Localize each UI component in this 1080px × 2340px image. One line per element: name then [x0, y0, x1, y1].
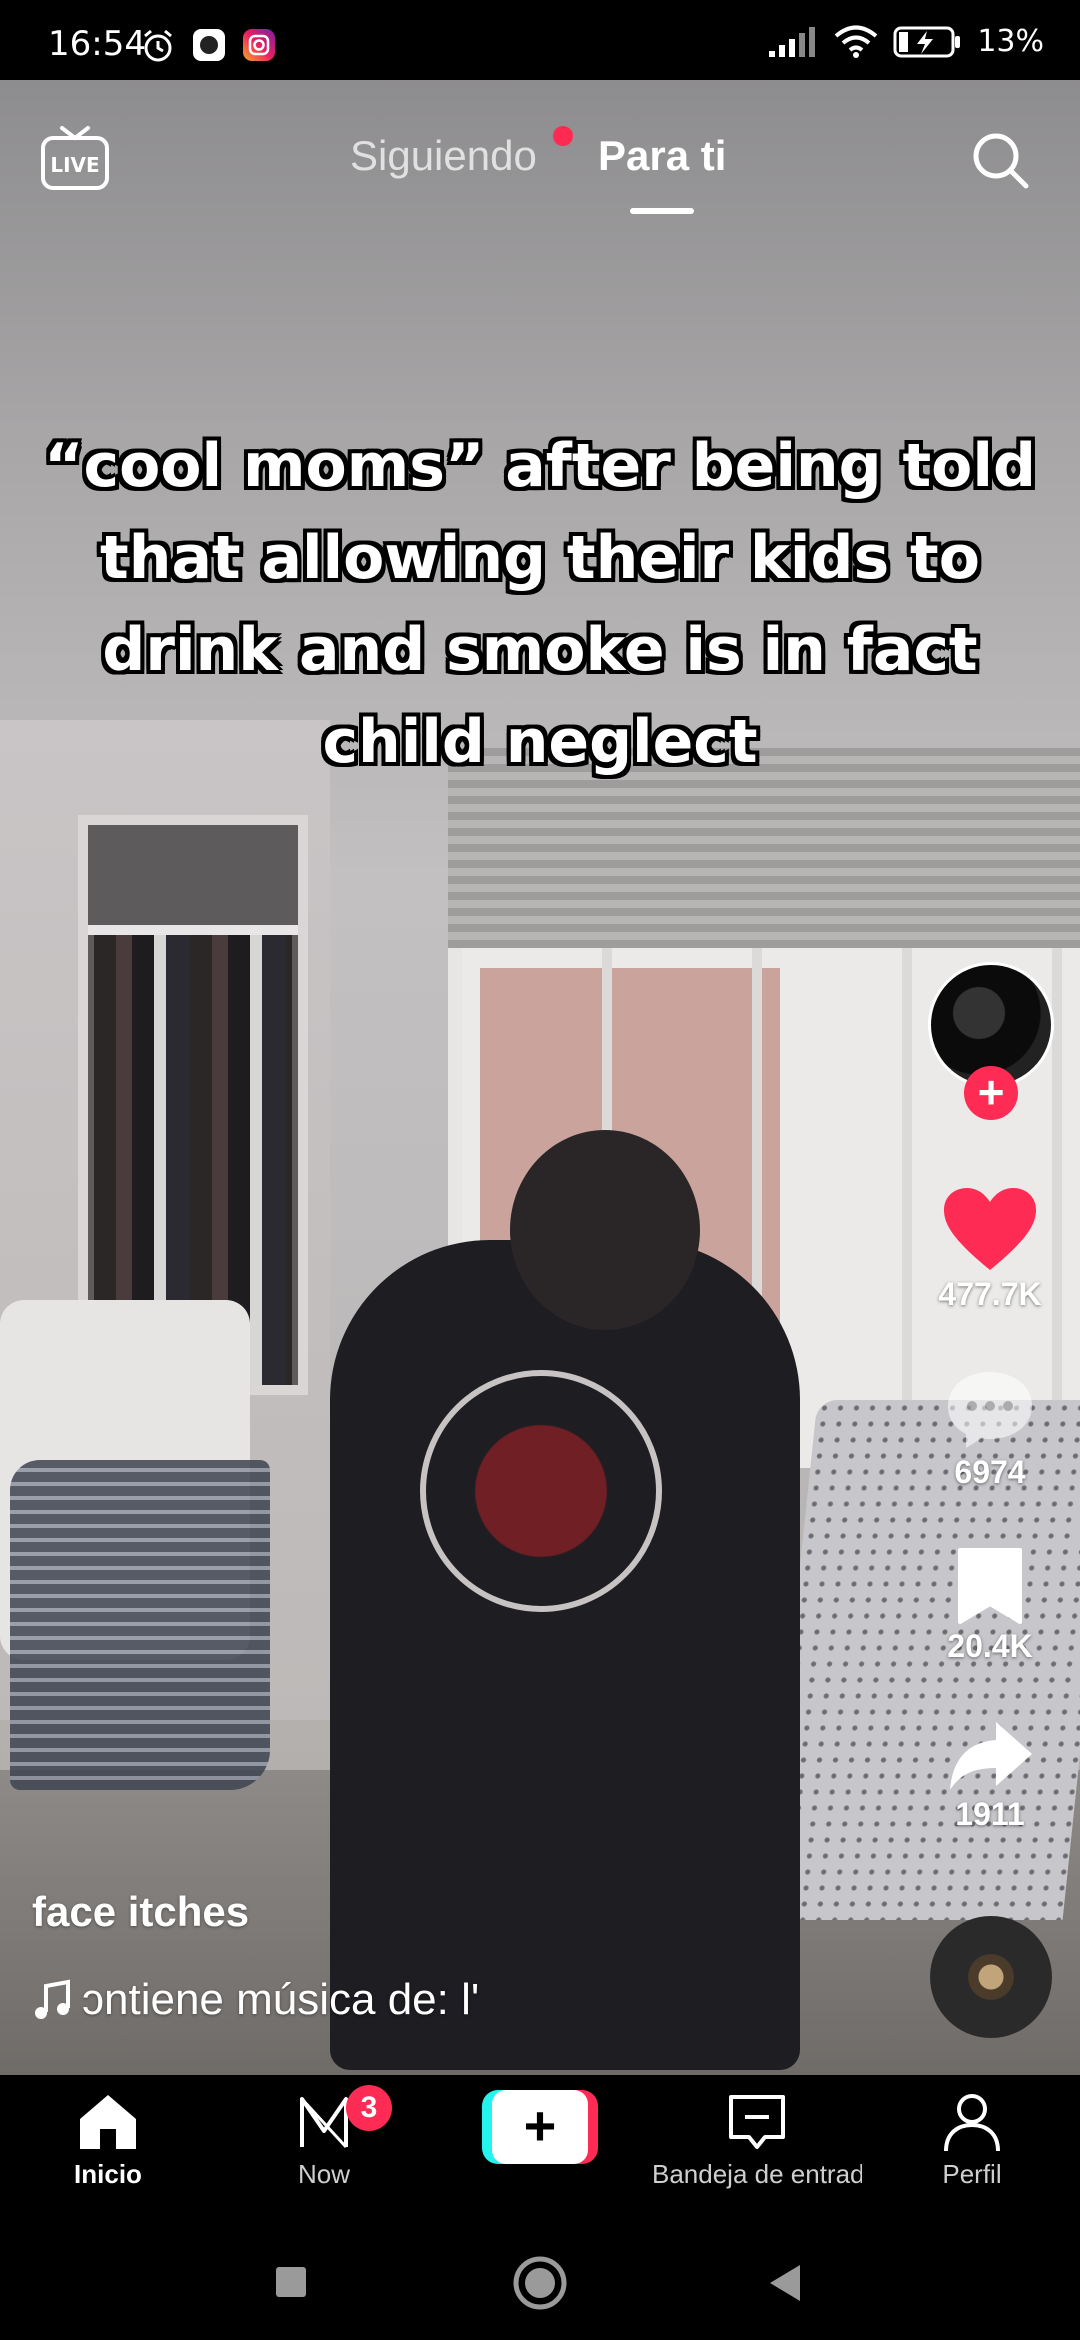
video-scene-person [330, 1240, 800, 2070]
battery-level: 13% [977, 24, 1044, 59]
tab-following[interactable]: Siguiendo [350, 132, 537, 180]
share-button[interactable]: 1911 [930, 1718, 1050, 1833]
home-icon [80, 2095, 136, 2149]
tab-following-notification-dot [553, 126, 573, 146]
heart-icon [944, 1188, 1036, 1270]
search-icon[interactable] [968, 128, 1032, 192]
save-count: 20.4K [947, 1628, 1033, 1664]
follow-button[interactable]: + [964, 1066, 1018, 1120]
create-button[interactable]: + [482, 2090, 598, 2164]
bookmark-icon [958, 1548, 1022, 1624]
alarm-icon [144, 29, 172, 62]
video-scene-shirt [10, 1460, 270, 1790]
back-nav-icon[interactable] [766, 2263, 804, 2303]
video-caption-overlay: “cool moms” after being told that allowi… [44, 431, 1036, 777]
music-disc[interactable] [930, 1916, 1052, 2038]
video-player[interactable] [0, 80, 1080, 2075]
nav-now-badge: 3 [346, 2085, 392, 2131]
video-scene-hoodie-print [420, 1370, 662, 1612]
wifi-icon [835, 25, 878, 58]
signal-icon [769, 26, 816, 57]
nav-now-label: Now [297, 2159, 350, 2189]
nav-inbox-label: Bandeja de entrada [652, 2159, 862, 2189]
inbox-icon [729, 2095, 785, 2149]
comment-icon [948, 1372, 1032, 1448]
live-tv-icon[interactable]: LIVE [40, 124, 110, 194]
nav-profile[interactable]: Perfil [872, 2091, 1072, 2190]
status-time: 16:54 [48, 24, 146, 64]
like-count: 477.7K [938, 1276, 1042, 1312]
nav-inbox[interactable]: Bandeja de entrada [652, 2091, 862, 2190]
instagram-icon [243, 29, 275, 61]
nav-now[interactable]: 3 Now [224, 2085, 424, 2190]
comment-count: 6974 [954, 1454, 1026, 1490]
system-nav-bar [0, 2225, 1080, 2340]
music-info[interactable]: ɔntiene música de: l' [32, 1975, 479, 2025]
save-button[interactable]: 20.4K [930, 1546, 1050, 1665]
share-count: 1911 [955, 1796, 1025, 1832]
music-text: ɔntiene música de: l' [82, 1975, 480, 2024]
profile-icon [944, 2094, 1000, 2152]
like-button[interactable]: 477.7K [930, 1186, 1050, 1313]
square-nav-icon[interactable] [274, 2265, 308, 2299]
share-icon [950, 1722, 1032, 1790]
circle-nav-icon[interactable] [512, 2255, 568, 2311]
comment-button[interactable]: 6974 [930, 1368, 1050, 1491]
tab-active-indicator [630, 208, 694, 214]
tab-for-you[interactable]: Para ti [598, 132, 726, 180]
battery-icon [893, 26, 961, 57]
music-note-icon [35, 1979, 70, 2019]
nav-home[interactable]: Inicio [8, 2091, 208, 2190]
app-icon [193, 29, 225, 61]
nav-home-label: Inicio [74, 2159, 142, 2189]
create-plus-label: + [492, 2090, 588, 2164]
video-scene-person-head [510, 1130, 700, 1330]
live-label: LIVE [50, 153, 99, 177]
video-username[interactable]: face itches [32, 1888, 249, 1936]
status-bar: 16:54 13% [0, 0, 1080, 80]
nav-profile-label: Perfil [942, 2159, 1002, 2189]
